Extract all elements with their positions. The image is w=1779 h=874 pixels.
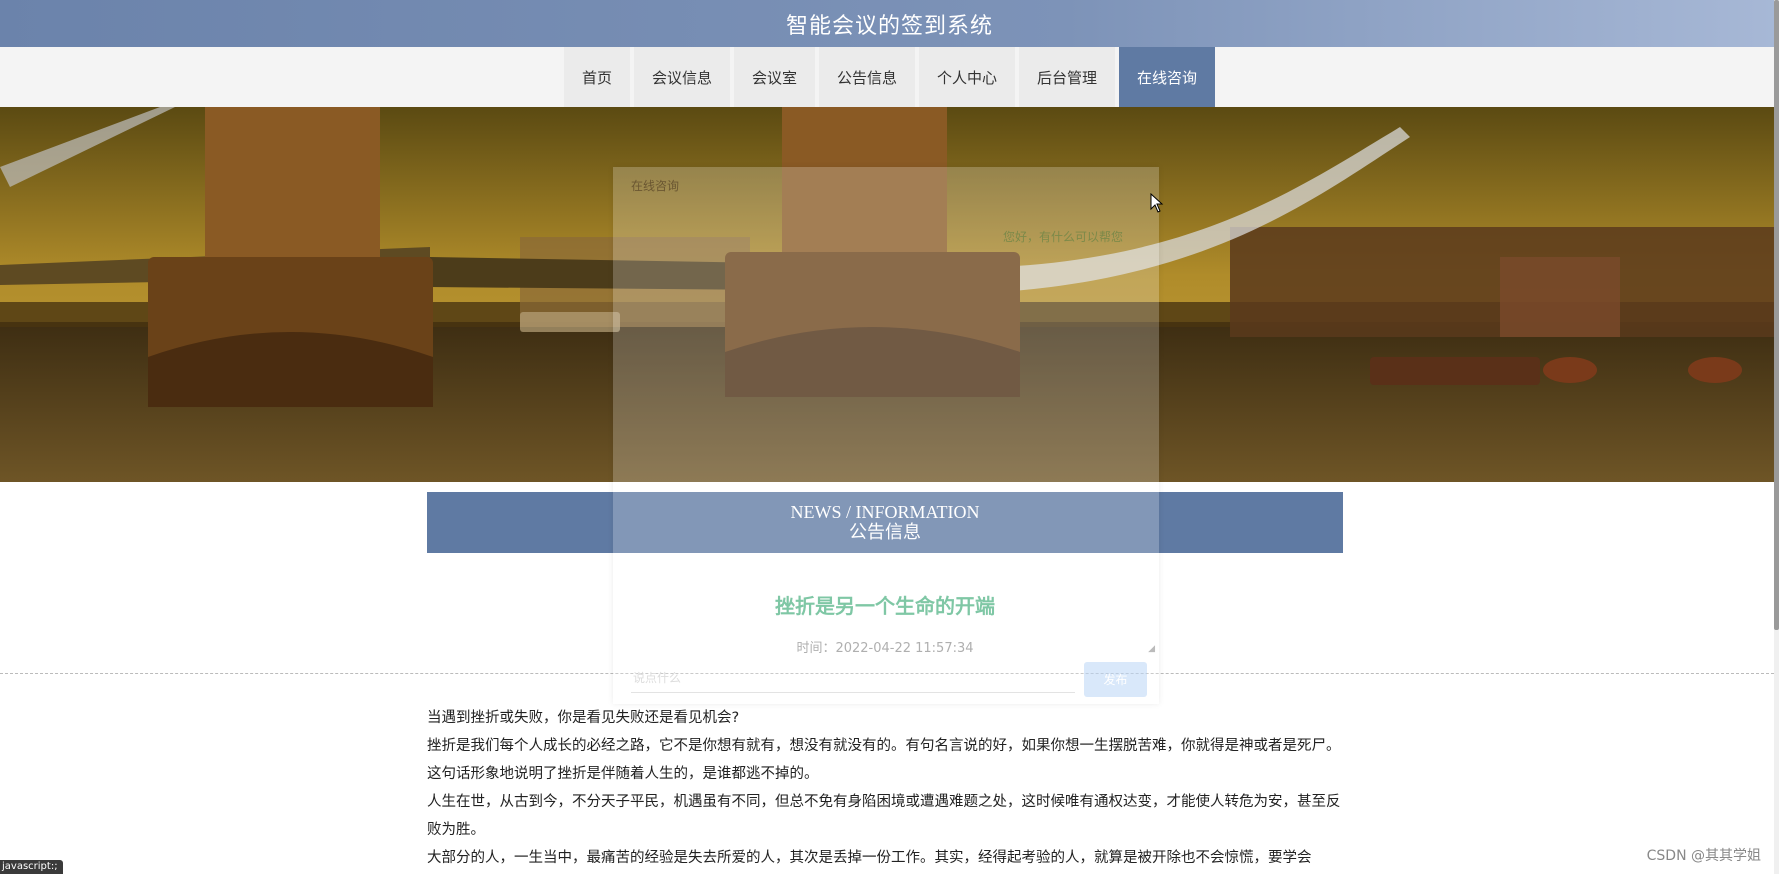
- mouse-cursor-icon: [1150, 192, 1164, 217]
- article-paragraph: 挫折是我们每个人成长的必经之路，它不是你想有就有，想没有就没有的。有句名言说的好…: [427, 738, 1341, 782]
- nav-item-home[interactable]: 首页: [563, 47, 630, 107]
- nav-item-admin[interactable]: 后台管理: [1019, 47, 1116, 107]
- nav-item-meeting-room[interactable]: 会议室: [733, 47, 815, 107]
- article-paragraph: 人生在世，从古到今，不分天子平民，机遇虽有不同，但总不免有身陷困境或遭遇难题之处…: [427, 794, 1341, 838]
- article-body: 当遇到挫折或失败，你是看见失败还是看见机会? 挫折是我们每个人成长的必经之路，它…: [427, 704, 1343, 872]
- browser-status-bar: javascript:;: [0, 860, 63, 874]
- article-paragraph: 大部分的人，一生当中，最痛苦的经验是失去所爱的人，其次是丢掉一份工作。其实，经得…: [427, 850, 1312, 866]
- chat-dialog: 在线咨询 您好，有什么可以帮您 ◢ 发布: [613, 167, 1159, 704]
- article-paragraph: 当遇到挫折或失败，你是看见失败还是看见机会?: [427, 710, 740, 726]
- chat-send-button[interactable]: 发布: [1084, 662, 1147, 697]
- scrollbar-thumb[interactable]: [1774, 0, 1779, 630]
- nav-item-meeting-info[interactable]: 会议信息: [633, 47, 730, 107]
- chat-message-input[interactable]: [631, 664, 1075, 693]
- main-nav: 首页 会议信息 会议室 公告信息 个人中心 后台管理 在线咨询: [0, 47, 1779, 107]
- watermark: CSDN @其其学姐: [1646, 848, 1761, 864]
- nav-item-online-consult[interactable]: 在线咨询: [1119, 47, 1216, 107]
- chat-dialog-title: 在线咨询: [631, 179, 680, 193]
- resize-handle-icon[interactable]: ◢: [1148, 644, 1155, 654]
- site-header: 智能会议的签到系统: [0, 0, 1779, 47]
- nav-item-profile[interactable]: 个人中心: [919, 47, 1016, 107]
- chat-greeting-message: 您好，有什么可以帮您: [1003, 230, 1124, 244]
- page-scrollbar[interactable]: [1774, 0, 1779, 874]
- site-title: 智能会议的签到系统: [785, 13, 993, 39]
- nav-item-notices[interactable]: 公告信息: [818, 47, 915, 107]
